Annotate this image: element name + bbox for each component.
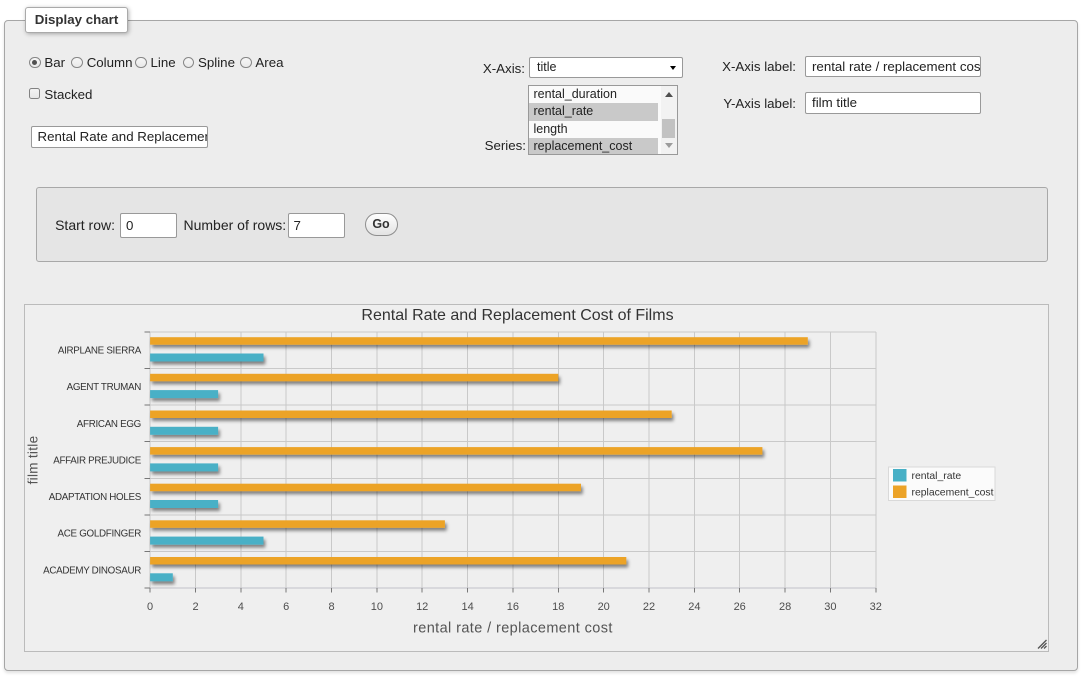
svg-text:18: 18 xyxy=(552,601,564,613)
svg-text:30: 30 xyxy=(824,601,836,613)
svg-text:26: 26 xyxy=(734,601,746,613)
svg-text:AFFAIR PREJUDICE: AFFAIR PREJUDICE xyxy=(53,455,142,466)
svg-text:28: 28 xyxy=(779,601,791,613)
svg-text:4: 4 xyxy=(238,601,244,613)
svg-text:24: 24 xyxy=(688,601,700,613)
svg-text:8: 8 xyxy=(328,601,334,613)
svg-text:AIRPLANE SIERRA: AIRPLANE SIERRA xyxy=(58,346,142,357)
svg-text:2: 2 xyxy=(192,601,198,613)
svg-text:ADAPTATION HOLES: ADAPTATION HOLES xyxy=(49,492,142,503)
svg-text:film title: film title xyxy=(25,436,40,485)
svg-text:6: 6 xyxy=(283,601,289,613)
svg-text:Rental Rate and Replacement Co: Rental Rate and Replacement Cost of Film… xyxy=(361,307,673,324)
svg-text:rental_rate: rental_rate xyxy=(912,471,962,482)
svg-text:10: 10 xyxy=(371,601,383,613)
svg-text:16: 16 xyxy=(507,601,519,613)
svg-text:0: 0 xyxy=(147,601,153,613)
svg-text:rental rate / replacement cost: rental rate / replacement cost xyxy=(413,621,613,637)
svg-text:32: 32 xyxy=(870,601,882,613)
svg-text:replacement_cost: replacement_cost xyxy=(912,488,994,499)
svg-text:12: 12 xyxy=(416,601,428,613)
svg-text:14: 14 xyxy=(461,601,473,613)
svg-text:ACE GOLDFINGER: ACE GOLDFINGER xyxy=(58,529,142,540)
svg-text:ACADEMY DINOSAUR: ACADEMY DINOSAUR xyxy=(43,565,141,576)
svg-text:AGENT TRUMAN: AGENT TRUMAN xyxy=(67,382,142,393)
svg-text:20: 20 xyxy=(598,601,610,613)
svg-text:22: 22 xyxy=(643,601,655,613)
svg-text:AFRICAN EGG: AFRICAN EGG xyxy=(77,419,141,430)
